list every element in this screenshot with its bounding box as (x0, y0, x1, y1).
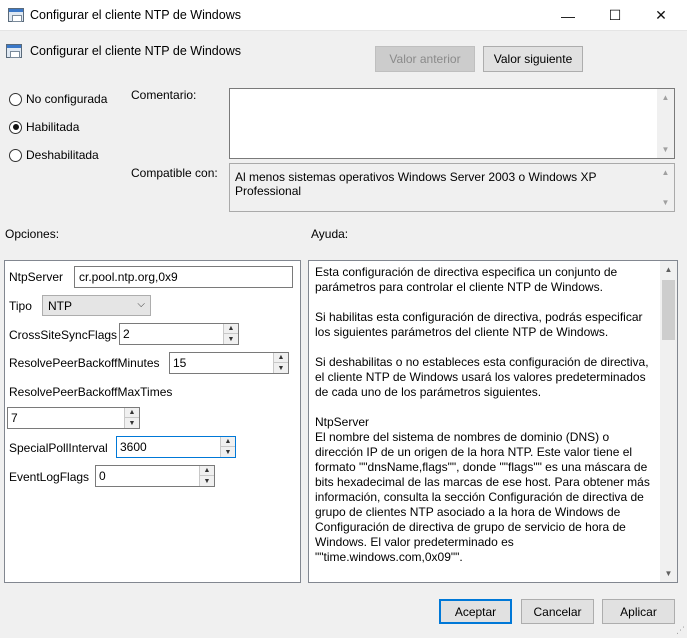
comment-label: Comentario: (131, 88, 197, 102)
previous-setting-button[interactable]: Valor anterior (375, 46, 475, 72)
help-paragraph: El nombre del sistema de nombres de domi… (315, 430, 650, 564)
special-poll-value: 3600 (120, 440, 147, 454)
stepper-up-icon[interactable]: ▲ (274, 353, 288, 363)
stepper-down-icon[interactable]: ▼ (224, 334, 238, 344)
apply-button[interactable]: Aplicar (602, 599, 675, 624)
radio-circle (9, 148, 22, 162)
backoff-max-stepper[interactable]: 7 ▲ ▼ (7, 407, 140, 429)
special-poll-stepper[interactable]: 3600 ▲ ▼ (116, 436, 236, 458)
stepper-buttons[interactable]: ▲ ▼ (223, 324, 238, 344)
stepper-buttons[interactable]: ▲ ▼ (199, 466, 214, 486)
scroll-down-icon[interactable]: ▼ (660, 565, 677, 582)
stepper-buttons[interactable]: ▲ ▼ (124, 408, 139, 428)
help-paragraph: – (315, 580, 655, 582)
backoff-max-label: ResolvePeerBackoffMaxTimes (9, 385, 173, 399)
help-panel: Esta configuración de directiva especifi… (308, 260, 678, 583)
help-paragraph: Esta configuración de directiva especifi… (315, 265, 618, 294)
resize-grip-icon[interactable]: ⋰ (676, 625, 685, 636)
backoff-max-value: 7 (11, 411, 18, 425)
eventlog-label: EventLogFlags (9, 470, 90, 484)
window-title: Configurar el cliente NTP de Windows (30, 8, 241, 22)
cancel-button[interactable]: Cancelar (521, 599, 594, 624)
help-paragraph: Si habilitas esta configuración de direc… (315, 310, 643, 339)
options-panel: NtpServer cr.pool.ntp.org,0x9 Tipo NTP ⌵… (4, 260, 301, 583)
comment-scrollbar[interactable]: ▲ ▼ (657, 89, 674, 158)
stepper-down-icon[interactable]: ▼ (125, 418, 139, 428)
radio-circle-selected (9, 120, 22, 134)
eventlog-value: 0 (99, 469, 106, 483)
stepper-up-icon[interactable]: ▲ (221, 437, 235, 447)
radio-label: Habilitada (26, 120, 80, 134)
stepper-down-icon[interactable]: ▼ (200, 476, 214, 486)
options-title: Opciones: (5, 227, 60, 241)
stepper-down-icon[interactable]: ▼ (274, 363, 288, 373)
help-scrollbar[interactable]: ▲ ▼ (660, 261, 677, 582)
stepper-up-icon[interactable]: ▲ (200, 466, 214, 476)
radio-label: No configurada (26, 92, 108, 106)
help-paragraph: Si deshabilitas o no estableces esta con… (315, 355, 649, 399)
eventlog-stepper[interactable]: 0 ▲ ▼ (95, 465, 215, 487)
special-poll-label: SpecialPollInterval (9, 441, 108, 455)
scroll-up-icon[interactable]: ▲ (657, 89, 674, 106)
ntpserver-input[interactable]: cr.pool.ntp.org,0x9 (74, 266, 293, 288)
stepper-buttons[interactable]: ▲ ▼ (273, 353, 288, 373)
chevron-down-icon: ⌵ (137, 299, 145, 310)
window-icon (8, 8, 24, 22)
policy-icon (6, 44, 22, 58)
supported-textarea[interactable]: Al menos sistemas operativos Windows Ser… (229, 163, 675, 212)
tipo-select[interactable]: NTP ⌵ (42, 295, 151, 316)
backoff-minutes-value: 15 (173, 356, 187, 370)
stepper-up-icon[interactable]: ▲ (224, 324, 238, 334)
ntpserver-label: NtpServer (9, 270, 64, 284)
radio-label: Deshabilitada (26, 148, 99, 162)
scroll-thumb[interactable] (662, 280, 675, 340)
comment-textarea[interactable]: ▲ ▼ (229, 88, 675, 159)
scroll-down-icon[interactable]: ▼ (657, 194, 674, 211)
stepper-up-icon[interactable]: ▲ (125, 408, 139, 418)
ok-button[interactable]: Aceptar (439, 599, 512, 624)
supported-value: Al menos sistemas operativos Windows Ser… (235, 170, 597, 198)
tipo-label: Tipo (9, 299, 32, 313)
radio-enabled[interactable]: Habilitada (9, 120, 79, 134)
scroll-up-icon[interactable]: ▲ (660, 261, 677, 278)
minimize-button[interactable]: — (545, 0, 591, 31)
scroll-up-icon[interactable]: ▲ (657, 164, 674, 181)
crosssite-label: CrossSiteSyncFlags (9, 328, 118, 342)
stepper-buttons[interactable]: ▲ ▼ (220, 437, 235, 457)
title-bar: Configurar el cliente NTP de Windows — ☐… (0, 0, 687, 31)
crosssite-value: 2 (123, 327, 130, 341)
comment-value (230, 89, 674, 95)
backoff-minutes-stepper[interactable]: 15 ▲ ▼ (169, 352, 289, 374)
help-text: Esta configuración de directiva especifi… (315, 265, 655, 582)
tipo-selected-value: NTP (48, 299, 72, 313)
help-title: Ayuda: (311, 227, 349, 241)
supported-scrollbar[interactable]: ▲ ▼ (657, 164, 674, 211)
scroll-down-icon[interactable]: ▼ (657, 141, 674, 158)
radio-disabled[interactable]: Deshabilitada (9, 148, 99, 162)
stepper-down-icon[interactable]: ▼ (221, 447, 235, 457)
radio-circle (9, 92, 22, 106)
radio-not-configured[interactable]: No configurada (9, 92, 107, 106)
crosssite-stepper[interactable]: 2 ▲ ▼ (119, 323, 239, 345)
next-setting-button[interactable]: Valor siguiente (483, 46, 583, 72)
help-paragraph-heading: NtpServer (315, 415, 370, 429)
maximize-button[interactable]: ☐ (592, 0, 638, 31)
backoff-minutes-label: ResolvePeerBackoffMinutes (9, 356, 160, 370)
policy-name: Configurar el cliente NTP de Windows (30, 44, 241, 58)
close-button[interactable]: ✕ (638, 0, 684, 31)
supported-label: Compatible con: (131, 166, 218, 180)
